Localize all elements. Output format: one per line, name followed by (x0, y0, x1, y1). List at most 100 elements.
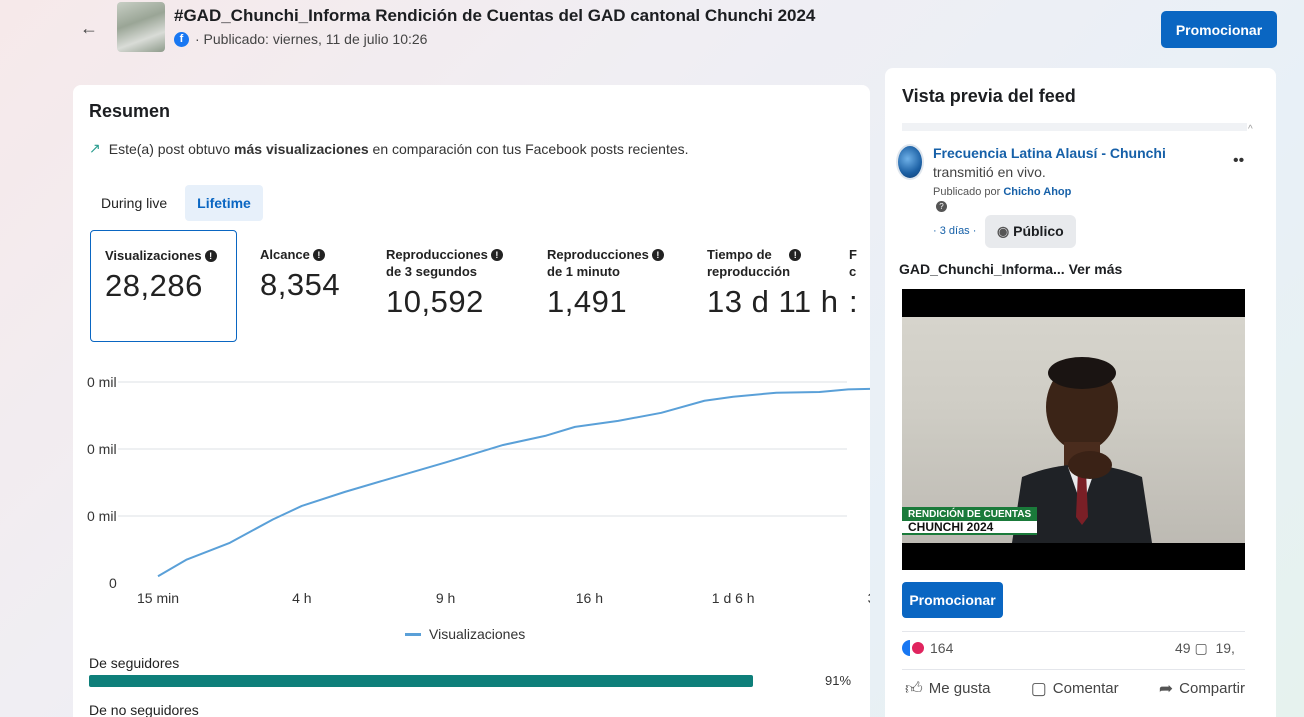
metric-value: 13 d 11 h (707, 284, 839, 319)
metric-label-line2: de 1 minuto (547, 264, 620, 279)
metric-label-line2: c (849, 264, 857, 279)
followers-label: De seguidores (89, 655, 180, 671)
post-actions: 👍︎ Me gusta ▢ Comentar ➦ Compartir (905, 678, 1245, 699)
x-tick-label: 16 h (576, 590, 603, 606)
insight-suffix: en comparación con tus Facebook posts re… (368, 140, 689, 157)
chevron-up-icon[interactable]: ^ (1248, 124, 1253, 135)
info-icon: ! (312, 249, 325, 261)
video-preview[interactable]: RENDICIÓN DE CUENTAS CHUNCHI 2024 (902, 289, 1245, 570)
metric-label-line1: Reproducciones (547, 247, 649, 262)
x-tick-label: 9 h (436, 590, 455, 606)
chart-legend: Visualizaciones (405, 626, 525, 642)
audience-badge[interactable]: ◉ Público (985, 215, 1076, 248)
metric-label: Visualizaciones (105, 248, 202, 263)
x-tick-label: 1 d 6 h (712, 590, 755, 606)
divider (902, 669, 1245, 670)
metric-value: : (849, 284, 859, 319)
page-avatar[interactable] (896, 144, 924, 180)
metric-value: 10,592 (386, 284, 484, 319)
metric-watch-time[interactable]: Tiempo de ! reproducción 13 d 11 h (693, 230, 838, 342)
metric-views[interactable]: Visualizaciones! 28,286 (90, 230, 237, 342)
shares-count: 19, (1215, 640, 1235, 656)
promote-button[interactable]: Promocionar (1161, 11, 1277, 48)
post-header: ← #GAD_Chunchi_Informa Rendición de Cuen… (0, 0, 1304, 60)
insight-bold: más visualizaciones (234, 140, 369, 157)
feed-promote-button[interactable]: Promocionar (902, 582, 1003, 618)
trend-up-icon: ↗ (89, 140, 101, 156)
info-icon: ! (490, 249, 503, 261)
comments-shares[interactable]: 49 ▢ 19, (1175, 640, 1235, 657)
published-by-name[interactable]: Chicho Ahop (1003, 186, 1071, 198)
tab-lifetime[interactable]: Lifetime (185, 185, 263, 221)
video-frame: RENDICIÓN DE CUENTAS CHUNCHI 2024 (902, 317, 1245, 543)
love-reaction-icon (910, 640, 926, 656)
metric-truncated[interactable]: Fc : (835, 230, 870, 342)
post-title: #GAD_Chunchi_Informa Rendición de Cuenta… (174, 6, 816, 25)
non-followers-label: De no seguidores (89, 702, 199, 717)
tab-during-live[interactable]: During live (89, 185, 179, 221)
video-banner: RENDICIÓN DE CUENTAS CHUNCHI 2024 (902, 507, 1038, 535)
y-tick-label: 0 mil (87, 441, 117, 457)
published-by-prefix: Publicado por (933, 186, 1004, 198)
feed-preview-card: Vista previa del feed ^ Frecuencia Latin… (885, 68, 1276, 717)
divider (902, 631, 1245, 632)
help-icon[interactable]: ? (936, 201, 947, 212)
share-label: Compartir (1179, 680, 1245, 697)
comment-button[interactable]: ▢ Comentar (1031, 678, 1119, 699)
comment-bubble-icon: ▢ (1194, 640, 1208, 656)
audience-label: Público (1013, 223, 1064, 239)
live-text: transmitió en vivo. (933, 164, 1046, 180)
globe-icon: ◉ (997, 223, 1010, 239)
time-tabs: During live Lifetime (89, 185, 263, 221)
x-tick-label: 3 c (868, 590, 870, 606)
followers-bar-fill (89, 675, 754, 687)
views-chart-svg: 0 0 mil 0 mil 0 mil 15 min 4 h 9 h 16 h 1 d 6 h 3… (87, 374, 870, 606)
feed-preview-title: Vista previa del feed (902, 86, 1076, 106)
metric-value: 8,354 (260, 267, 341, 302)
page-name-link[interactable]: Frecuencia Latina Alausí - Chunchi (933, 145, 1166, 161)
x-tick-label: 4 h (292, 590, 311, 606)
comment-icon: ▢ (1030, 678, 1047, 698)
caption-text: GAD_Chunchi_Informa... (899, 261, 1065, 277)
like-reaction-icon (902, 640, 910, 656)
followers-bar (89, 675, 819, 687)
metric-label-line2: reproducción (707, 264, 791, 279)
post-thumbnail (117, 2, 165, 52)
insight-prefix: Este(a) post obtuvo (108, 140, 235, 157)
metric-3s-plays[interactable]: Reproducciones! de 3 segundos 10,592 (372, 230, 532, 342)
summary-card: Resumen ↗ Este(a) post obtuvo más visual… (73, 85, 870, 717)
metric-label-line1: Reproducciones (386, 247, 488, 262)
arrow-left-icon[interactable]: ← (80, 18, 98, 39)
info-icon: ! (789, 249, 802, 261)
reactions-summary[interactable]: 164 (902, 640, 953, 656)
thumbs-up-icon: 👍︎ (905, 679, 923, 698)
views-series-line[interactable] (157, 387, 870, 578)
more-options-icon[interactable]: •• (1233, 152, 1244, 170)
see-more-link[interactable]: Ver más (1069, 261, 1123, 277)
metric-value: 1,491 (547, 284, 628, 319)
y-tick-label: 0 mil (87, 508, 117, 524)
comment-label: Comentar (1052, 680, 1119, 697)
share-button[interactable]: ➦ Compartir (1159, 678, 1245, 699)
post-age[interactable]: · 3 días · (933, 225, 976, 237)
like-button[interactable]: 👍︎ Me gusta (905, 678, 990, 699)
scroll-track[interactable] (902, 123, 1247, 131)
followers-percent: 91% (825, 673, 852, 688)
metric-label-line1: Tiempo de (707, 247, 772, 262)
banner-line1: RENDICIÓN DE CUENTAS (908, 509, 1032, 520)
banner-line2: CHUNCHI 2024 (902, 521, 1038, 533)
y-tick-label: 0 mil (87, 374, 117, 390)
insight-text: ↗ Este(a) post obtuvo más visualizacione… (89, 140, 689, 157)
y-tick-label: 0 (109, 575, 117, 591)
metric-label-line1: F (849, 247, 857, 262)
like-label: Me gusta (928, 680, 991, 697)
metric-label-line2: de 3 segundos (386, 264, 478, 279)
metric-reach[interactable]: Alcance! 8,354 (246, 230, 366, 342)
metric-value: 28,286 (105, 268, 203, 303)
summary-title: Resumen (89, 101, 171, 121)
metric-1min-plays[interactable]: Reproducciones! de 1 minuto 1,491 (533, 230, 693, 342)
legend-label: Visualizaciones (429, 626, 526, 642)
info-icon: ! (204, 250, 217, 262)
share-arrow-icon: ➦ (1158, 678, 1174, 698)
published-by: Publicado por Chicho Ahop (933, 186, 1071, 198)
